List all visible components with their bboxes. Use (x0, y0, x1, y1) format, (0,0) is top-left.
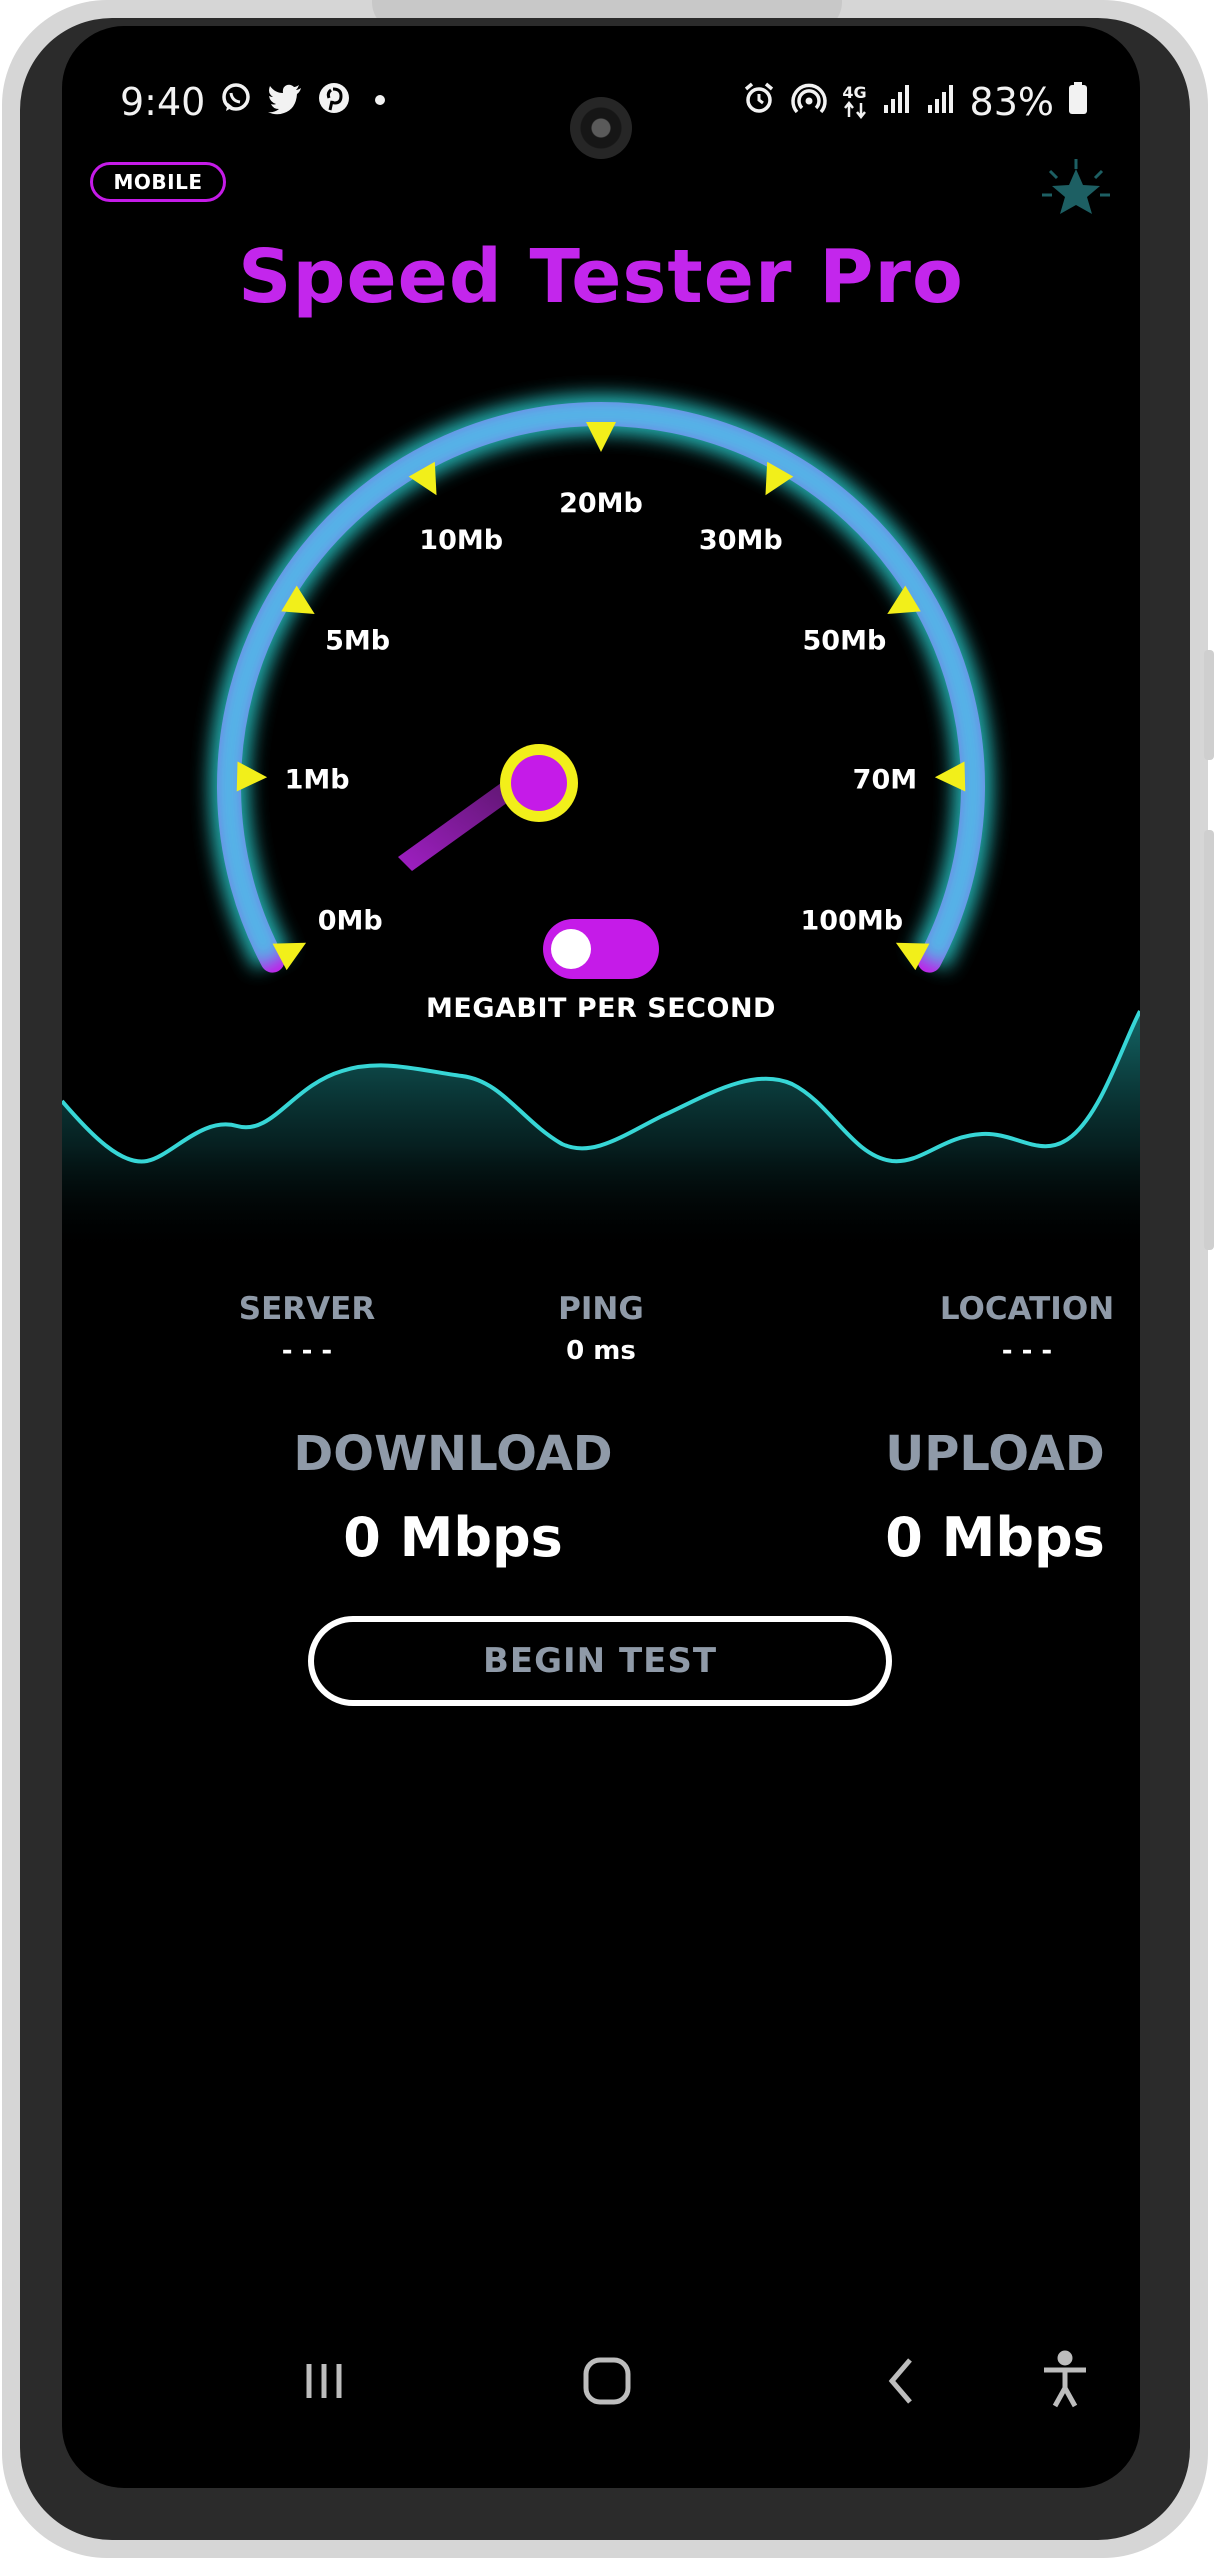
gauge-scale-label: 70M (853, 765, 917, 796)
begin-test-button[interactable]: BEGIN TEST (308, 1616, 892, 1706)
battery-percent: 83% (969, 80, 1054, 124)
back-icon[interactable] (855, 2336, 945, 2426)
accessibility-icon[interactable] (1020, 2336, 1110, 2426)
download-label: DOWNLOAD (293, 1426, 613, 1482)
whatsapp-icon (219, 80, 253, 124)
gauge-scale-label: 30Mb (699, 525, 783, 556)
gauge-scale-label: 1Mb (285, 765, 350, 796)
battery-icon (1068, 80, 1088, 124)
volume-button (1204, 650, 1214, 760)
status-bar-right: 4G 83% (742, 74, 1088, 130)
recents-icon[interactable] (279, 2336, 369, 2426)
gauge-scale-label: 20Mb (559, 488, 643, 519)
front-camera (570, 97, 632, 159)
gauge-scale-label: 0Mb (318, 905, 383, 936)
status-time: 9:40 (120, 80, 206, 124)
alarm-icon (742, 80, 776, 124)
gauge-scale-label: 50Mb (803, 626, 887, 657)
twitter-icon (267, 80, 303, 124)
network-wave (62, 1010, 1140, 1256)
status-bar-left: 9:40 (120, 74, 395, 130)
gauge-scale-label: 10Mb (419, 525, 503, 556)
gauge-tick (236, 761, 268, 792)
dot-icon (365, 80, 395, 124)
location-value: - - - (1001, 1336, 1053, 1366)
download-value: 0 Mbps (343, 1506, 563, 1569)
gauge-tick (586, 422, 616, 452)
unit-toggle-knob (551, 929, 591, 969)
upload-label: UPLOAD (885, 1426, 1105, 1482)
phone-screen: 9:40 4G 83% MOBILE Speed Tester Pro 0Mb … (62, 26, 1140, 2488)
home-icon[interactable] (561, 2336, 651, 2426)
gauge-needle (398, 744, 578, 871)
app-title: Speed Tester Pro (238, 234, 964, 320)
ping-label: PING (558, 1291, 644, 1327)
ping-value: 0 ms (566, 1336, 636, 1366)
gauge-labels: 0Mb 1Mb 5Mb 10Mb 20Mb 30Mb 50Mb 70M 100Mb (285, 488, 918, 936)
signal-icon (882, 80, 912, 124)
network-type: 4G (842, 83, 867, 102)
signal-icon (926, 80, 956, 124)
power-button (1204, 830, 1214, 1250)
unit-toggle[interactable] (543, 919, 659, 979)
pinterest-icon (317, 80, 351, 124)
server-label: SERVER (238, 1291, 376, 1327)
4g-data-icon: 4G (842, 85, 868, 119)
mobile-mode-badge[interactable]: MOBILE (90, 162, 226, 202)
location-label: LOCATION (939, 1291, 1115, 1327)
gauge-tick (934, 761, 966, 792)
gauge-scale-label: 100Mb (801, 905, 904, 936)
server-value: - - - (281, 1336, 333, 1366)
star-icon[interactable] (1040, 157, 1112, 229)
hotspot-icon (790, 80, 828, 124)
upload-value: 0 Mbps (885, 1506, 1105, 1569)
gauge-scale-label: 5Mb (325, 626, 390, 657)
